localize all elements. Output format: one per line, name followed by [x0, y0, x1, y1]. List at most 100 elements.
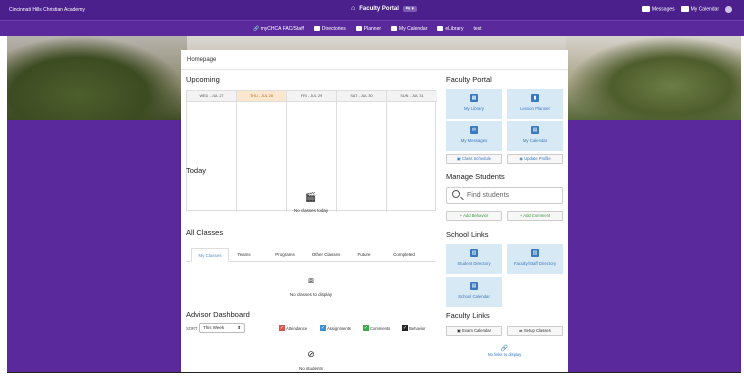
calendar-icon: ▤ — [470, 282, 478, 290]
grid-icon: ▦ — [470, 94, 478, 102]
divider — [181, 69, 568, 70]
breadcrumb[interactable]: Homepage — [187, 57, 216, 63]
legend-label: Assignments — [327, 325, 351, 331]
no-entry-icon: ⊘ — [307, 349, 315, 359]
portal-switcher[interactable]: ⌂ Faculty Portal ⇆ ▾ — [351, 5, 418, 12]
nav-label: My Calendar — [399, 26, 428, 32]
no-links-message: 🔗 No links to display — [446, 345, 563, 357]
add-comment-button[interactable]: + Add Comment — [507, 211, 563, 221]
nav-planner[interactable]: Planner — [355, 26, 382, 32]
calendar-day[interactable]: WED - JUL 27 — [187, 91, 237, 212]
calendar-day[interactable]: SUN - JUL 31 — [387, 91, 437, 212]
setup-classes-button[interactable]: ⇄ Setup Classes — [507, 326, 563, 336]
clapperboard-icon: 🎬 — [305, 192, 317, 202]
tab-future[interactable]: Future — [352, 248, 376, 262]
nav-directories[interactable]: Directories — [313, 26, 346, 32]
envelope-icon — [641, 6, 650, 13]
link-icon: 🔗 — [500, 346, 509, 352]
legend-label: Behavior — [409, 325, 426, 331]
tile-school-calendar[interactable]: ▤ School Calendar — [446, 277, 502, 307]
find-students-input[interactable]: Find students — [446, 187, 563, 204]
nav-elibrary[interactable]: eLibrary — [437, 26, 463, 32]
legend-attendance[interactable]: ✓ Attendance — [279, 325, 307, 331]
button-label: Exam Calendar — [462, 328, 491, 333]
library-icon — [437, 26, 444, 32]
faculty-links-heading: Faculty Links — [446, 311, 490, 320]
tab-teams[interactable]: Teams — [232, 248, 256, 262]
button-label: Add Behavior — [463, 213, 489, 218]
sort-label: SORT — [186, 326, 198, 331]
nav-label: Directories — [321, 26, 346, 32]
main-panel: Homepage Upcoming WED - JUL 27 THU - JUL… — [181, 50, 568, 372]
no-classes-today: No classes today — [293, 208, 329, 213]
tile-label: My Calendar — [522, 138, 548, 143]
button-label: Update Profile — [524, 156, 551, 161]
faculty-portal-heading: Faculty Portal — [446, 75, 492, 84]
trees-left — [7, 36, 187, 120]
tile-label: Faculty/Staff Directory — [513, 261, 557, 266]
messages-link[interactable]: Messages — [641, 6, 675, 13]
nav-label: eLibrary — [445, 26, 464, 32]
no-classes-display: No classes to display — [289, 292, 333, 297]
trees-right — [566, 36, 741, 120]
tile-lesson-planner[interactable]: ▮ Lesson Planner — [507, 89, 563, 119]
tile-my-messages[interactable]: ✉ My Messages — [446, 121, 502, 151]
nav-test[interactable]: test — [473, 26, 481, 32]
exam-calendar-button[interactable]: ▣ Exam Calendar — [446, 326, 502, 336]
empty-box-icon: ⧈ — [308, 275, 314, 285]
user-avatar[interactable] — [725, 6, 732, 13]
nav-label: Planner — [363, 26, 382, 32]
tab-my-classes[interactable]: My Classes — [191, 248, 229, 262]
legend-label: Attendance — [286, 325, 308, 331]
check-icon: ✓ — [279, 325, 285, 331]
calendar-day[interactable]: SAT - JUL 30 — [337, 91, 387, 212]
manage-students-heading: Manage Students — [446, 172, 505, 181]
upcoming-heading: Upcoming — [186, 75, 220, 84]
update-profile-button[interactable]: ◉ Update Profile — [507, 154, 563, 164]
tab-other-classes[interactable]: Other Classes — [306, 248, 346, 262]
calendar-icon — [391, 26, 398, 32]
nav-my-calendar[interactable]: My Calendar — [391, 26, 427, 32]
button-label: Add Comment — [523, 213, 551, 218]
button-label: Setup Classes — [523, 328, 551, 333]
tile-my-calendar[interactable]: ▤ My Calendar — [507, 121, 563, 151]
day-header: WED - JUL 27 — [187, 91, 236, 102]
no-links-text: No links to display — [487, 352, 522, 357]
today-heading: Today — [186, 166, 207, 175]
check-icon: ✓ — [320, 325, 326, 331]
button-label: Class Schedule — [462, 156, 492, 161]
search-icon — [452, 190, 460, 198]
sort-select[interactable]: This Week ⬍ — [199, 323, 245, 333]
tile-my-library[interactable]: ▦ My Library — [446, 89, 502, 119]
school-links-heading: School Links — [446, 230, 489, 239]
messages-label: Messages — [651, 6, 675, 13]
link-icon: 🔗 — [253, 26, 261, 32]
directory-icon: ▥ — [470, 249, 478, 257]
class-schedule-button[interactable]: ▣ Class Schedule — [446, 154, 502, 164]
tab-completed[interactable]: Completed — [386, 248, 422, 262]
school-name[interactable]: Cincinnati Hills Christian Academy — [9, 7, 85, 13]
portal-dropdown-icon[interactable]: ⇆ ▾ — [402, 5, 418, 12]
day-header: FRI - JUL 29 — [287, 91, 336, 102]
envelope-icon: ✉ — [470, 126, 478, 134]
portal-title: Faculty Portal — [359, 5, 399, 12]
legend-assignments[interactable]: ✓ Assignments — [320, 325, 351, 331]
sub-navigation: 🔗 myCHCA FAC/Staff Directories Planner M… — [0, 20, 744, 36]
select-arrow-icon: ⬍ — [237, 325, 241, 330]
check-icon: ✓ — [363, 325, 369, 331]
directory-icon: ▥ — [531, 249, 539, 257]
my-calendar-link[interactable]: My Calendar — [680, 6, 719, 13]
tile-student-directory[interactable]: ▥ Student Directory — [446, 244, 502, 274]
tab-programs[interactable]: Programs — [270, 248, 300, 262]
calendar-label: My Calendar — [690, 6, 719, 13]
tile-label: Lesson Planner — [520, 106, 550, 111]
home-icon: ⌂ — [351, 5, 356, 12]
tile-faculty-directory[interactable]: ▥ Faculty/Staff Directory — [507, 244, 563, 274]
nav-mychca[interactable]: 🔗 myCHCA FAC/Staff — [253, 26, 304, 32]
legend-behavior[interactable]: ✓ Behavior — [402, 325, 426, 331]
legend-comments[interactable]: ✓ Comments — [363, 325, 390, 331]
advisor-heading: Advisor Dashboard — [186, 310, 250, 319]
calendar-day-today[interactable]: THU - JUL 28 — [237, 91, 287, 212]
tile-label: School Calendar — [458, 294, 490, 299]
add-behavior-button[interactable]: + Add Behavior — [446, 211, 502, 221]
